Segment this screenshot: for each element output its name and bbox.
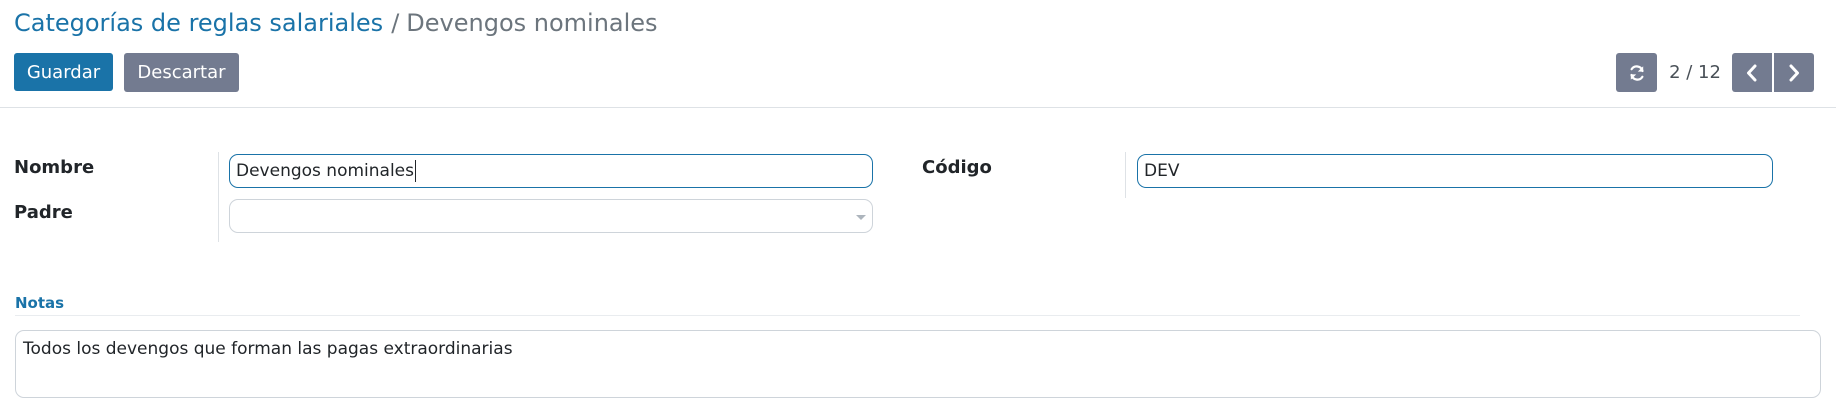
- name-input-value: Devengos nominales: [236, 161, 414, 181]
- pager-value[interactable]: 2 / 12: [1668, 60, 1722, 86]
- save-button[interactable]: Guardar: [14, 53, 113, 91]
- header-divider: [0, 107, 1836, 108]
- pager-next-button[interactable]: [1774, 53, 1814, 92]
- dropdown-arrow-icon: [856, 215, 866, 220]
- breadcrumb-parent-link[interactable]: Categorías de reglas salariales: [14, 9, 383, 37]
- reload-button[interactable]: [1616, 53, 1657, 92]
- notes-textarea[interactable]: Todos los devengos que forman las pagas …: [15, 330, 1821, 398]
- notes-tab-title[interactable]: Notas: [15, 292, 64, 314]
- breadcrumb-current: Devengos nominales: [406, 9, 658, 37]
- breadcrumb: Categorías de reglas salariales / Devengos…: [14, 6, 658, 40]
- discard-button[interactable]: Descartar: [124, 53, 239, 92]
- field-divider-left: [218, 152, 219, 242]
- field-divider-right: [1125, 152, 1126, 198]
- chevron-right-icon: [1789, 64, 1799, 81]
- notes-divider: [15, 315, 1800, 316]
- code-input[interactable]: DEV: [1137, 154, 1773, 188]
- pager-previous-button[interactable]: [1732, 53, 1772, 92]
- text-cursor: [415, 160, 416, 182]
- parent-select[interactable]: [229, 199, 873, 233]
- name-input[interactable]: Devengos nominales: [229, 154, 873, 188]
- parent-label: Padre: [14, 202, 73, 223]
- refresh-icon: [1629, 64, 1644, 81]
- code-input-value: DEV: [1144, 161, 1180, 181]
- chevron-left-icon: [1747, 64, 1757, 81]
- code-label: Código: [922, 157, 992, 178]
- breadcrumb-separator: /: [391, 9, 400, 37]
- name-label: Nombre: [14, 157, 95, 178]
- notes-text: Todos los devengos que forman las pagas …: [23, 339, 513, 359]
